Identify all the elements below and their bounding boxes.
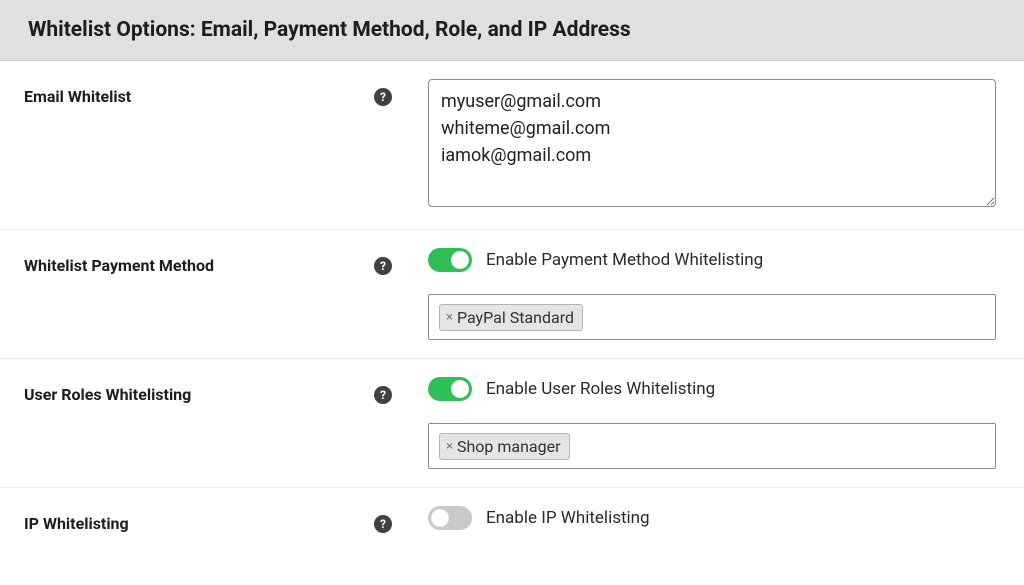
ip-toggle-label: Enable IP Whitelisting [486, 508, 650, 528]
email-whitelist-textarea[interactable] [428, 79, 996, 207]
toggle-row: Enable Payment Method Whitelisting [428, 248, 996, 272]
toggle-knob [451, 380, 469, 398]
chip-remove-icon[interactable]: × [444, 439, 455, 454]
label-column: User Roles Whitelisting ? [24, 377, 384, 404]
help-icon[interactable]: ? [374, 386, 392, 404]
ip-whitelist-toggle[interactable] [428, 506, 472, 530]
control-column: Enable IP Whitelisting [384, 506, 996, 530]
help-icon[interactable]: ? [374, 515, 392, 533]
user-roles-toggle[interactable] [428, 377, 472, 401]
toggle-knob [431, 509, 449, 527]
label-column: Whitelist Payment Method ? [24, 248, 384, 275]
payment-toggle-label: Enable Payment Method Whitelisting [486, 250, 763, 270]
control-column: Enable Payment Method Whitelisting × Pay… [384, 248, 996, 340]
control-column: Enable User Roles Whitelisting × Shop ma… [384, 377, 996, 469]
label-column: IP Whitelisting ? [24, 506, 384, 533]
user-roles-multiselect[interactable]: × Shop manager [428, 423, 996, 469]
section-ip-whitelist: IP Whitelisting ? Enable IP Whitelisting [0, 488, 1024, 557]
user-roles-toggle-label: Enable User Roles Whitelisting [486, 379, 715, 399]
page-title: Whitelist Options: Email, Payment Method… [28, 18, 996, 42]
toggle-knob [451, 251, 469, 269]
section-email-whitelist: Email Whitelist ? [0, 61, 1024, 230]
ip-whitelist-label: IP Whitelisting [24, 514, 129, 533]
help-icon[interactable]: ? [374, 257, 392, 275]
section-user-roles: User Roles Whitelisting ? Enable User Ro… [0, 359, 1024, 488]
toggle-row: Enable User Roles Whitelisting [428, 377, 996, 401]
payment-method-label: Whitelist Payment Method [24, 256, 214, 275]
control-column [384, 79, 996, 211]
help-icon[interactable]: ? [374, 88, 392, 106]
role-chip: × Shop manager [439, 433, 570, 460]
payment-whitelist-toggle[interactable] [428, 248, 472, 272]
payment-method-multiselect[interactable]: × PayPal Standard [428, 294, 996, 340]
email-whitelist-label: Email Whitelist [24, 87, 131, 106]
chip-label: Shop manager [457, 437, 561, 456]
payment-chip: × PayPal Standard [439, 304, 583, 331]
chip-label: PayPal Standard [457, 308, 574, 327]
toggle-row: Enable IP Whitelisting [428, 506, 996, 530]
chip-remove-icon[interactable]: × [444, 310, 455, 325]
user-roles-label: User Roles Whitelisting [24, 385, 191, 404]
settings-header: Whitelist Options: Email, Payment Method… [0, 0, 1024, 61]
section-payment-method: Whitelist Payment Method ? Enable Paymen… [0, 230, 1024, 359]
label-column: Email Whitelist ? [24, 79, 384, 106]
